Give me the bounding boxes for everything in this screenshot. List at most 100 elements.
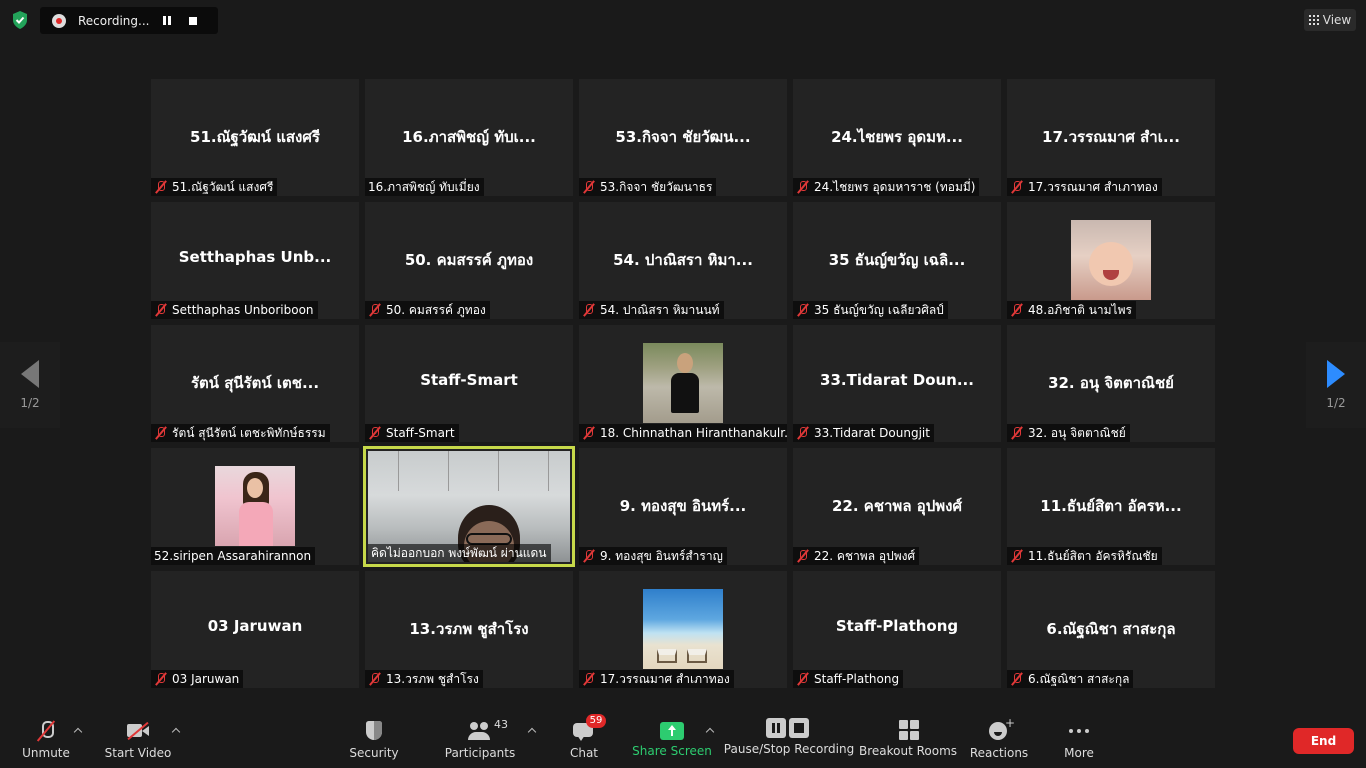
meeting-toolbar: Unmute Start Video Security 43 Participa… — [0, 708, 1366, 768]
participant-name: 03 Jaruwan — [207, 617, 303, 635]
participant-tile[interactable]: 51.ณัฐวัฒน์ แสงศรี 51.ณัฐวัฒน์ แสงศรี — [151, 79, 359, 196]
participant-tile[interactable]: 32. อนุ จิตตาณิชย์ 32. อนุ จิตตาณิชย์ — [1007, 325, 1215, 442]
previous-page-button[interactable]: 1/2 — [0, 342, 60, 428]
participant-label: Staff-Plathong — [793, 670, 904, 688]
mic-muted-icon — [368, 426, 382, 440]
participant-name: รัตน์ สุนีรัตน์ เตช... — [190, 374, 320, 392]
participant-tile[interactable]: 16.ภาสพิชญ์ ทับเ... 16.ภาสพิชญ์ ทับเมี่ย… — [365, 79, 573, 196]
encryption-shield-icon[interactable] — [10, 10, 30, 30]
participant-label: 50. คมสรรค์ ภูทอง — [365, 301, 490, 319]
profile-photo-woman — [215, 466, 295, 546]
profile-photo-baby — [1071, 220, 1151, 300]
mic-muted-icon — [1010, 672, 1024, 686]
participant-tile[interactable]: 03 Jaruwan 03 Jaruwan — [151, 571, 359, 688]
participant-tile[interactable]: Setthaphas Unb... Setthaphas Unboriboon — [151, 202, 359, 319]
unmute-label: Unmute — [22, 746, 70, 760]
mic-muted-icon — [1010, 303, 1024, 317]
participant-label: 51.ณัฐวัฒน์ แสงศรี — [151, 178, 278, 196]
mic-muted-icon — [582, 672, 596, 686]
participant-tile[interactable]: รัตน์ สุนีรัตน์ เตช... รัตน์ สุนีรัตน์ เ… — [151, 325, 359, 442]
breakout-rooms-button[interactable]: Breakout Rooms — [859, 708, 957, 768]
participant-label: 16.ภาสพิชญ์ ทับเมี่ยง — [365, 178, 484, 196]
reactions-smiley-icon: + — [987, 716, 1015, 742]
participant-tile[interactable]: 6.ณัฐณิชา สาสะกุล 6.ณัฐณิชา สาสะกุล — [1007, 571, 1215, 688]
mic-muted-icon — [154, 426, 168, 440]
page-indicator-right: 1/2 — [1326, 396, 1346, 410]
participants-label: Participants — [444, 746, 516, 760]
participant-label-text: 32. อนุ จิตตาณิชย์ — [1028, 425, 1126, 440]
mic-muted-icon — [1010, 426, 1024, 440]
participant-tile[interactable]: 35 ธันญ์ขวัญ เฉลิ... 35 ธันญ์ขวัญ เฉลียว… — [793, 202, 1001, 319]
participant-name: 22. คชาพล อุปพงศ์ — [832, 497, 962, 515]
mic-muted-icon — [34, 720, 58, 742]
view-label: View — [1322, 13, 1352, 27]
share-screen-button[interactable]: Share Screen — [632, 708, 712, 768]
next-page-button[interactable]: 1/2 — [1306, 342, 1366, 428]
participant-tile[interactable]: 22. คชาพล อุปพงศ์ 22. คชาพล อุปพงศ์ — [793, 448, 1001, 565]
participant-label-text: Staff-Plathong — [814, 672, 900, 686]
participant-tile[interactable]: 24.ไชยพร อุดมห... 24.ไชยพร อุดมหาราช (ทอ… — [793, 79, 1001, 196]
participant-label-text: 52.siripen Assarahirannon — [154, 549, 312, 563]
participant-tile[interactable]: 18. Chinnathan Hiranthanakulr... — [579, 325, 787, 442]
share-screen-label: Share Screen — [632, 744, 712, 758]
video-off-icon — [126, 720, 150, 742]
participant-label: 32. อนุ จิตตาณิชย์ — [1007, 424, 1130, 442]
participant-label: 24.ไชยพร อุดมหาราช (ทอมมี่) — [793, 178, 980, 196]
participant-tile[interactable]: 9. ทองสุข อินทร์... 9. ทองสุข อินทร์สำรา… — [579, 448, 787, 565]
pause-recording-button[interactable] — [154, 11, 180, 31]
mic-muted-icon — [796, 180, 810, 194]
participant-tile[interactable]: 13.วรภพ ชูสำโรง 13.วรภพ ชูสำโรง — [365, 571, 573, 688]
more-button[interactable]: More — [1060, 708, 1098, 768]
participant-tile[interactable]: 33.Tidarat Doun... 33.Tidarat Doungjit — [793, 325, 1001, 442]
participant-tile[interactable]: 17.วรรณมาศ สำเภาทอง — [579, 571, 787, 688]
participant-name: Setthaphas Unb... — [178, 248, 332, 266]
participant-tile[interactable]: 50. คมสรรค์ ภูทอง 50. คมสรรค์ ภูทอง — [365, 202, 573, 319]
participant-label: 53.กิจจา ชัยวัฒนาธร — [579, 178, 717, 196]
participant-name: 11.ธันย์สิตา อัครห... — [1040, 497, 1182, 515]
share-options-caret-icon[interactable] — [705, 726, 715, 736]
participant-name: 51.ณัฐวัฒน์ แสงศรี — [190, 128, 320, 146]
participant-label-text: Setthaphas Unboriboon — [172, 303, 314, 317]
participant-tile[interactable]: 17.วรรณมาศ สำเ... 17.วรรณมาศ สำเภาทอง — [1007, 79, 1215, 196]
participant-label: 11.ธันย์สิตา อัครหิรัณชัย — [1007, 547, 1162, 565]
participant-tile[interactable]: 48.อภิชาติ นามไพร — [1007, 202, 1215, 319]
pause-stop-recording-button[interactable]: Pause/Stop Recording — [724, 708, 854, 768]
participants-button[interactable]: 43 Participants — [444, 708, 516, 768]
breakout-rooms-icon — [899, 720, 919, 740]
participant-label: 33.Tidarat Doungjit — [793, 424, 934, 442]
participant-tile[interactable]: Staff-Smart Staff-Smart — [365, 325, 573, 442]
chat-button[interactable]: 59 Chat — [566, 708, 606, 768]
participant-name: Staff-Plathong — [835, 617, 959, 635]
start-video-label: Start Video — [104, 746, 172, 760]
participant-name: 6.ณัฐณิชา สาสะกุล — [1046, 620, 1176, 638]
participant-tile[interactable]: 11.ธันย์สิตา อัครห... 11.ธันย์สิตา อัครห… — [1007, 448, 1215, 565]
participant-label-text: 54. ปาณิสรา หิมานนท์ — [600, 302, 720, 317]
recording-dot-icon — [52, 13, 66, 28]
participant-tile[interactable]: 53.กิจจา ชัยวัฒน... 53.กิจจา ชัยวัฒนาธร — [579, 79, 787, 196]
participant-name: 35 ธันญ์ขวัญ เฉลิ... — [828, 251, 966, 269]
mic-muted-icon — [582, 303, 596, 317]
view-button[interactable]: View — [1304, 9, 1356, 31]
participant-label-text: 18. Chinnathan Hiranthanakulr... — [600, 426, 787, 440]
participant-tile[interactable]: 52.siripen Assarahirannon — [151, 448, 359, 565]
unmute-button[interactable]: Unmute — [20, 708, 72, 768]
end-meeting-button[interactable]: End — [1293, 728, 1354, 754]
reactions-button[interactable]: + Reactions — [970, 708, 1028, 768]
start-video-button[interactable]: Start Video — [104, 708, 172, 768]
active-speaker-tile[interactable]: คิดไม่ออกบอก พงษ์พัฒน์ ผ่านแดน — [363, 446, 575, 567]
participant-label-text: 24.ไชยพร อุดมหาราช (ทอมมี่) — [814, 179, 976, 194]
participant-tile[interactable]: Staff-Plathong Staff-Plathong — [793, 571, 1001, 688]
participant-label: 13.วรภพ ชูสำโรง — [365, 670, 483, 688]
participant-label: รัตน์ สุนีรัตน์ เตชะพิทักษ์ธรรม — [151, 424, 330, 442]
participant-label-text: 51.ณัฐวัฒน์ แสงศรี — [172, 179, 274, 194]
participant-label-text: 48.อภิชาติ นามไพร — [1028, 302, 1132, 317]
participant-tile[interactable]: 54. ปาณิสรา หิมา... 54. ปาณิสรา หิมานนท์ — [579, 202, 787, 319]
participant-name: 54. ปาณิสรา หิมา... — [613, 251, 753, 269]
audio-options-caret-icon[interactable] — [73, 726, 83, 736]
video-options-caret-icon[interactable] — [171, 726, 181, 736]
participants-options-caret-icon[interactable] — [527, 726, 537, 736]
profile-photo-beach — [643, 589, 723, 669]
stop-recording-button[interactable] — [180, 11, 206, 31]
security-button[interactable]: Security — [346, 708, 402, 768]
chat-unread-badge: 59 — [586, 714, 606, 728]
